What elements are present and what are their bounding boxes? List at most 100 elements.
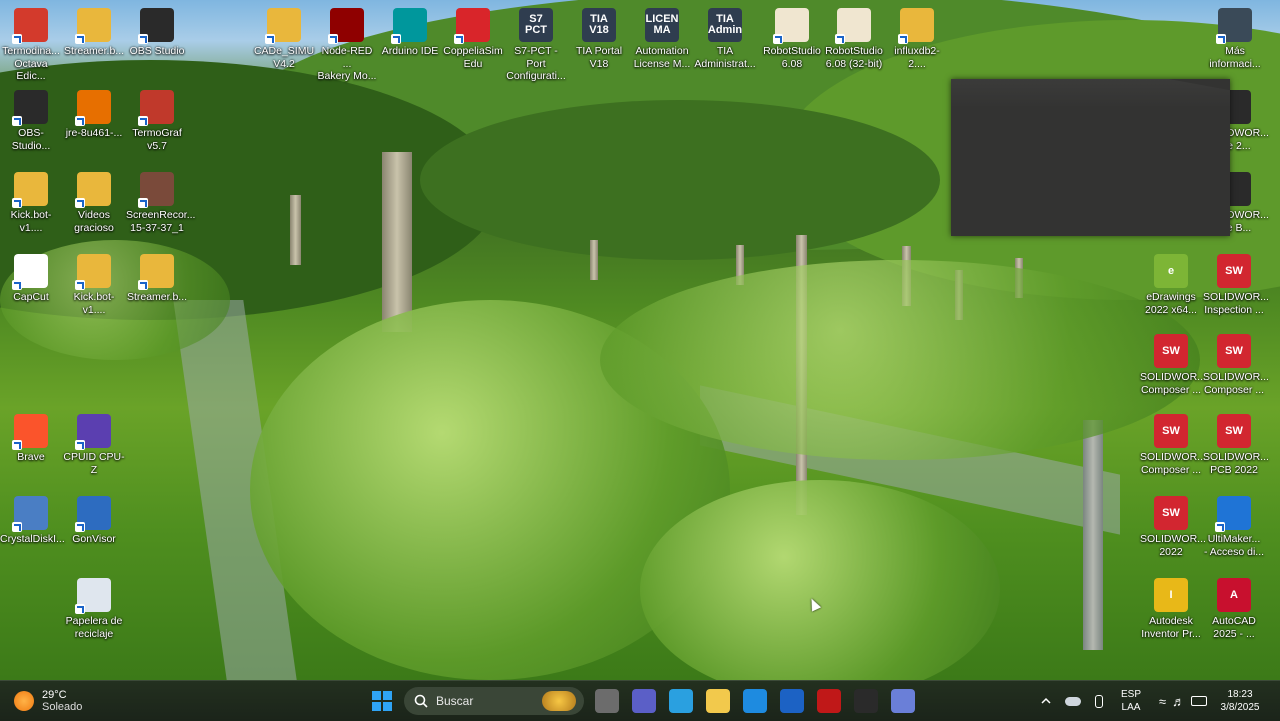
desktop-icon-top-7[interactable]: TIA Admin TIA Administrat... xyxy=(694,4,756,70)
desktop-icon-label: Autodesk Inventor Pr... xyxy=(1141,615,1201,640)
desktop-icon-left-1[interactable]: Streamer.b... xyxy=(63,4,125,58)
desktop-icon-label: Más informaci... xyxy=(1209,45,1261,70)
onedrive-icon[interactable] xyxy=(1062,681,1084,721)
shortcut-arrow-icon xyxy=(391,34,401,44)
desktop-icon-label: eDrawings 2022 x64... xyxy=(1145,291,1197,316)
desktop-icon-left-0[interactable]: Termodina... Octava Edic... xyxy=(0,4,62,83)
desktop-icon-left-9[interactable]: CapCut xyxy=(0,250,62,304)
solidworks-composer-icon: SW xyxy=(1154,334,1188,368)
desktop-icon-right-9[interactable]: UltiMaker... - Acceso di... xyxy=(1203,492,1265,558)
desktop-icon-left-5[interactable]: TermoGraf v5.7 xyxy=(126,86,188,152)
desktop-icon-left-14[interactable]: CrystalDiskI... xyxy=(0,492,65,546)
desktop-icon-left-4[interactable]: jre-8u461-... xyxy=(63,86,125,140)
desktop-icon-label: CADe_SIMU V4.2 xyxy=(253,45,315,70)
folder-icon xyxy=(75,8,111,44)
desktop-icon-top-6[interactable]: LICEN MA Automation License M... xyxy=(631,4,693,70)
desktop-icon-left-7[interactable]: Videos gracioso xyxy=(63,168,125,234)
termograf-icon xyxy=(138,90,174,126)
desktop-icon-top-5[interactable]: TIA V18 TIA Portal V18 xyxy=(568,4,630,70)
desktop-icon-top-2[interactable]: Arduino IDE xyxy=(379,4,441,58)
desktop-icon-left-10[interactable]: Kick.bot-v1.... xyxy=(63,250,125,316)
tia-admin-icon: TIA Admin xyxy=(708,8,742,42)
desktop-icon-right-11[interactable]: A AutoCAD 2025 - ... xyxy=(1203,574,1265,640)
desktop-icon-label: jre-8u461-... xyxy=(65,127,123,139)
desktop-icon-left-15[interactable]: GonVisor xyxy=(63,492,125,546)
taskbar-app-button[interactable] xyxy=(592,681,622,721)
input-language-indicator[interactable]: ESP LAA xyxy=(1116,681,1146,721)
desktop-icon-left-16[interactable]: Papelera de reciclaje xyxy=(63,574,125,640)
desktop-icon-label: Papelera de reciclaje xyxy=(65,615,123,640)
desktop-icon-label: SOLIDWOR... Inspection ... xyxy=(1203,291,1269,316)
copilot-icon xyxy=(669,689,693,713)
desktop-icon-left-2[interactable]: OBS Studio xyxy=(126,4,188,58)
desktop-icon-top-8[interactable]: RobotStudio 6.08 xyxy=(761,4,823,70)
desktop-icon-label: Node-RED ... Bakery Mo... xyxy=(317,45,377,82)
quick-settings-button[interactable]: ≈ ♬ xyxy=(1152,681,1214,721)
desktop-icon-label: Brave xyxy=(17,451,45,463)
desktop-icon-top-3[interactable]: CoppeliaSim Edu xyxy=(442,4,504,70)
desktop-icon-right-3[interactable]: SW SOLIDWOR... Inspection ... xyxy=(1203,250,1269,316)
desktop-icon-top-1[interactable]: Node-RED ... Bakery Mo... xyxy=(316,4,378,83)
taskbar-app-button[interactable] xyxy=(814,681,844,721)
desktop-icon-top-0[interactable]: CADe_SIMU V4.2 xyxy=(253,4,315,70)
desktop-icon-left-6[interactable]: Kick.bot-v1.... xyxy=(0,168,62,234)
weather-temperature: 29°C xyxy=(42,689,67,701)
desktop-icon-left-12[interactable]: Brave xyxy=(0,410,62,464)
desktop-icon-right-8[interactable]: SW SOLIDWOR... 2022 xyxy=(1140,492,1206,558)
taskbar-app-button[interactable] xyxy=(740,681,770,721)
desktop-icon-label: TIA Administrat... xyxy=(694,45,756,70)
desktop-icon-right-10[interactable]: I Autodesk Inventor Pr... xyxy=(1140,574,1202,640)
taskbar-search[interactable]: Buscar xyxy=(404,687,584,715)
desktop-icon-right-4[interactable]: SW SOLIDWOR... Composer ... xyxy=(1140,330,1206,396)
desktop-icon-left-8[interactable]: ScreenRecor... 15-37-37_1 xyxy=(126,168,195,234)
desktop-icon-label: Videos gracioso xyxy=(74,209,114,234)
desktop-icon-right-7[interactable]: SW SOLIDWOR... PCB 2022 xyxy=(1203,410,1269,476)
desktop-wallpaper: Termodina... Octava Edic... Streamer.b...… xyxy=(0,0,1280,680)
desktop-icon-left-3[interactable]: OBS-Studio... xyxy=(0,86,62,152)
robotstudio-icon xyxy=(773,8,809,44)
shortcut-arrow-icon xyxy=(773,34,783,44)
shortcut-arrow-icon xyxy=(12,34,22,44)
shortcut-arrow-icon xyxy=(12,522,22,532)
taskbar-app-button[interactable] xyxy=(666,681,696,721)
folder-icon xyxy=(138,254,174,290)
tray-overflow-chevron-icon[interactable] xyxy=(1036,681,1056,721)
microphone-icon[interactable] xyxy=(1088,681,1110,721)
desktop-icon-top-4[interactable]: S7 PCT S7-PCT - Port Configurati... xyxy=(505,4,567,83)
desktop-icon-right-5[interactable]: SW SOLIDWOR... Composer ... xyxy=(1203,330,1269,396)
desktop-icon-top-9[interactable]: RobotStudio 6.08 (32-bit) xyxy=(823,4,885,70)
window-preview-thumbnail[interactable] xyxy=(951,79,1230,236)
desktop-icon-left-13[interactable]: CPUID CPU-Z xyxy=(63,410,125,476)
solidworks-composer-icon: SW xyxy=(1217,334,1251,368)
language-code: ESP xyxy=(1120,689,1141,700)
desktop-icon-label: CoppeliaSim Edu xyxy=(443,45,503,70)
shortcut-arrow-icon xyxy=(1215,522,1225,532)
desktop-icon-label: OBS-Studio... xyxy=(11,127,51,152)
weather-widget[interactable]: 29°C Soleado xyxy=(14,681,84,721)
desktop-icon-label: CapCut xyxy=(13,291,49,303)
taskbar-app-button[interactable] xyxy=(777,681,807,721)
windows-logo-icon xyxy=(372,691,392,711)
start-button[interactable] xyxy=(368,681,396,721)
folder-photos-icon xyxy=(75,172,111,208)
clock[interactable]: 18:23 3/8/2025 xyxy=(1214,681,1266,721)
desktop-icon-right-6[interactable]: SW SOLIDWOR... Composer ... xyxy=(1140,410,1206,476)
desktop-icon-top-10[interactable]: influxdb2-2.... xyxy=(886,4,948,70)
shortcut-arrow-icon xyxy=(12,440,22,450)
shortcut-arrow-icon xyxy=(138,198,148,208)
desktop-icon-top-11[interactable]: Más informaci... xyxy=(1204,4,1266,70)
desktop-icon-label: Arduino IDE xyxy=(381,45,439,57)
shortcut-arrow-icon xyxy=(75,522,85,532)
shortcut-arrow-icon xyxy=(75,604,85,614)
teams-icon xyxy=(632,689,656,713)
desktop-icon-label: CrystalDiskI... xyxy=(0,533,65,545)
taskbar-app-button[interactable] xyxy=(888,681,918,721)
shortcut-arrow-icon xyxy=(328,34,338,44)
folder-icon xyxy=(265,8,301,44)
taskbar-app-button[interactable] xyxy=(629,681,659,721)
taskbar-app-button[interactable] xyxy=(851,681,881,721)
clock-date: 3/8/2025 xyxy=(1220,702,1260,713)
taskbar-app-button[interactable] xyxy=(703,681,733,721)
desktop-icon-left-11[interactable]: Streamer.b... xyxy=(126,250,188,304)
desktop-icon-right-2[interactable]: e eDrawings 2022 x64... xyxy=(1140,250,1202,316)
